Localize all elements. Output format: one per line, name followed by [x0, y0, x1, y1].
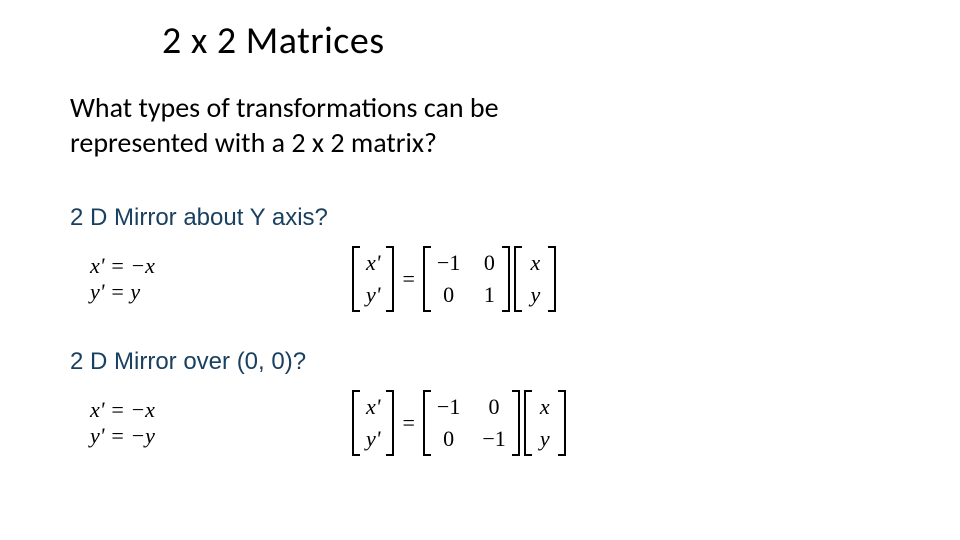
scalar-equations: x' = −x y' = −y [70, 397, 350, 450]
section-label-mirror-y: 2 D Mirror about Y axis? [70, 204, 890, 232]
m00: −1 [437, 394, 460, 420]
page-title: 2 x 2 Matrices [162, 18, 890, 64]
vector-lhs: x' y' [352, 246, 394, 312]
subtitle-line-2: represented with a 2 x 2 matrix? [70, 125, 890, 160]
matrix-equation: x' y' = −1 0 0 1 x y [350, 246, 558, 312]
matrix-2x2: −1 0 0 −1 [423, 390, 520, 456]
equation-row-mirror-origin: x' = −x y' = −y x' y' = −1 0 0 −1 [70, 390, 890, 456]
matrix-2x2: −1 0 0 1 [423, 246, 510, 312]
vector-rhs: x y [524, 390, 566, 456]
rhs-1: y [538, 426, 552, 452]
subtitle: What types of transformations can be rep… [70, 90, 890, 160]
slide-content: 2 x 2 Matrices What types of transformat… [0, 0, 960, 456]
m01: 0 [487, 394, 501, 420]
rhs-0: x [538, 394, 552, 420]
m00: −1 [437, 250, 460, 276]
lhs-0: x' [366, 394, 380, 420]
m10: 0 [442, 426, 456, 452]
m11: 1 [482, 282, 496, 308]
lhs-1: y' [366, 426, 380, 452]
eq-x: x' = −x [90, 397, 350, 423]
equals-sign: = [396, 410, 420, 436]
scalar-equations: x' = −x y' = y [70, 253, 350, 306]
m01: 0 [482, 250, 496, 276]
subtitle-line-1: What types of transformations can be [70, 90, 890, 125]
vector-rhs: x y [514, 246, 556, 312]
lhs-0: x' [366, 250, 380, 276]
eq-y: y' = y [90, 279, 350, 305]
section-label-mirror-origin: 2 D Mirror over (0, 0)? [70, 348, 890, 376]
equals-sign: = [396, 266, 420, 292]
eq-y: y' = −y [90, 423, 350, 449]
m11: −1 [482, 426, 505, 452]
vector-lhs: x' y' [352, 390, 394, 456]
rhs-0: x [528, 250, 542, 276]
lhs-1: y' [366, 282, 380, 308]
matrix-equation: x' y' = −1 0 0 −1 x y [350, 390, 568, 456]
equation-row-mirror-y: x' = −x y' = y x' y' = −1 0 0 1 [70, 246, 890, 312]
rhs-1: y [528, 282, 542, 308]
m10: 0 [442, 282, 456, 308]
eq-x: x' = −x [90, 253, 350, 279]
